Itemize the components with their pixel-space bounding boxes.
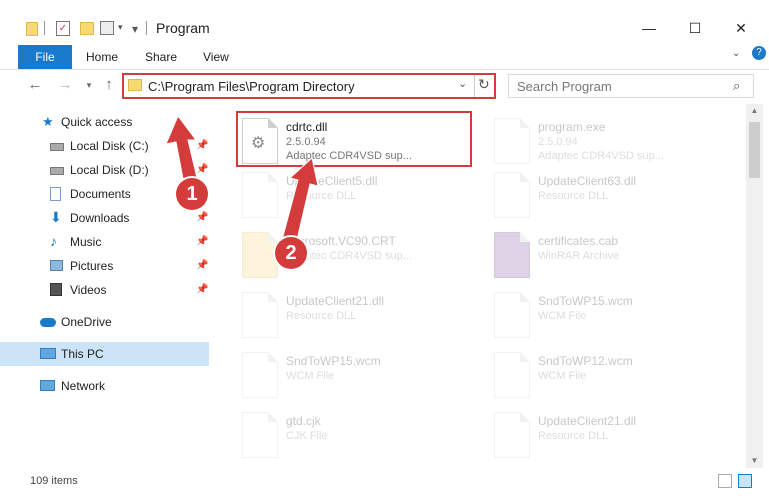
status-bar: 109 items <box>0 472 769 494</box>
arrow-2 <box>281 157 319 245</box>
details-view-icon[interactable] <box>718 474 732 488</box>
step-marker-1: 1 <box>176 178 208 210</box>
item-count: 109 items <box>30 475 78 487</box>
arrow-1 <box>165 115 199 185</box>
tiles-view-icon[interactable] <box>738 474 752 488</box>
annotation-arrows <box>165 115 319 245</box>
step-marker-2: 2 <box>275 237 307 269</box>
